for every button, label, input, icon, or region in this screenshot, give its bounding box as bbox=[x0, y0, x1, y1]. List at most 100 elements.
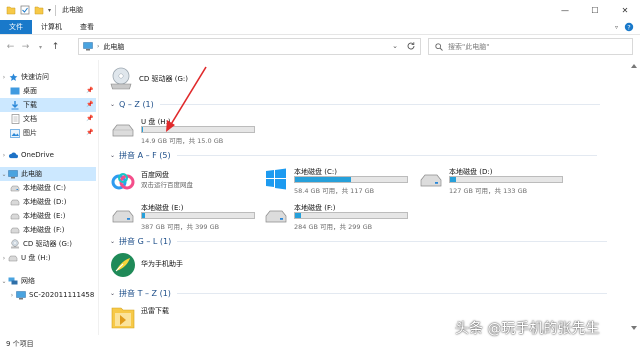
baidu-netdisk-icon bbox=[111, 173, 135, 190]
tile-huawei-hisuite[interactable]: 华为手机助手 bbox=[110, 252, 260, 280]
tile-drive-e[interactable]: 本地磁盘 (E:) 387 GB 可用，共 399 GB bbox=[110, 202, 270, 231]
tile-capacity: 14.9 GB 可用，共 15.0 GB bbox=[141, 137, 224, 145]
sidebar-item-network[interactable]: ⌄ 网络 bbox=[0, 274, 35, 288]
network-icon bbox=[8, 276, 18, 286]
tile-drive-d[interactable]: 本地磁盘 (D:) 127 GB 可用，共 133 GB bbox=[418, 166, 578, 195]
pin-icon[interactable]: 📌 bbox=[86, 129, 93, 136]
usage-bar-fill bbox=[142, 127, 144, 132]
refresh-icon[interactable] bbox=[406, 41, 416, 51]
tile-drive-f[interactable]: 本地磁盘 (F:) 284 GB 可用，共 299 GB bbox=[263, 202, 423, 231]
drive-icon bbox=[10, 225, 20, 235]
sidebar-item-label: SC-202011111458 bbox=[29, 291, 95, 299]
tile-capacity: 58.4 GB 可用，共 117 GB bbox=[294, 187, 375, 195]
usage-bar-fill bbox=[295, 177, 351, 182]
back-arrow-icon[interactable]: ← bbox=[6, 42, 15, 52]
usage-bar bbox=[141, 212, 255, 219]
download-folder-icon bbox=[10, 100, 20, 110]
watermark-text: 头条 @玩手机的张先生 bbox=[455, 321, 600, 337]
huawei-hisuite-icon bbox=[111, 253, 135, 277]
sidebar-item-drive-e[interactable]: 本地磁盘 (E:) bbox=[10, 209, 65, 223]
pin-icon[interactable]: 📌 bbox=[86, 101, 93, 108]
sidebar-item-label: 图片 bbox=[23, 129, 37, 137]
tile-cd-drive[interactable]: CD 驱动器 (G:) bbox=[108, 66, 248, 94]
help-icon[interactable]: ? bbox=[624, 22, 634, 32]
collapse-chevron-icon[interactable]: ⌄ bbox=[110, 290, 115, 297]
collapse-chevron-icon[interactable]: ⌄ bbox=[110, 101, 115, 108]
sidebar-item-label: 本地磁盘 (C:) bbox=[23, 184, 66, 192]
folder-icon bbox=[6, 6, 16, 15]
sidebar-item-cd-drive[interactable]: CD 驱动器 (G:) bbox=[10, 237, 72, 251]
expand-chevron-icon[interactable]: › bbox=[0, 255, 8, 262]
tab-view[interactable]: 查看 bbox=[71, 20, 103, 34]
collapse-chevron-icon[interactable]: ⌄ bbox=[110, 152, 115, 159]
documents-folder-icon bbox=[10, 114, 20, 124]
search-box[interactable]: 搜索"此电脑" bbox=[428, 38, 633, 55]
pin-icon[interactable]: 📌 bbox=[86, 87, 93, 94]
minimize-button[interactable]: — bbox=[550, 0, 580, 20]
new-folder-icon[interactable] bbox=[34, 5, 44, 15]
status-bar: 9 个项目 bbox=[0, 336, 640, 351]
properties-checkbox-icon[interactable] bbox=[20, 5, 30, 15]
sidebar-item-network-computer[interactable]: › SC-202011111458 bbox=[8, 288, 94, 302]
tab-computer[interactable]: 计算机 bbox=[32, 20, 71, 34]
network-computer-icon bbox=[16, 290, 26, 300]
sidebar-item-label: 文档 bbox=[23, 115, 37, 123]
sidebar-item-usb-drive[interactable]: › U 盘 (H:) bbox=[0, 251, 51, 265]
ribbon-right-controls: ▿ ? bbox=[615, 22, 634, 32]
sidebar-item-drive-d[interactable]: 本地磁盘 (D:) bbox=[10, 195, 66, 209]
collapse-chevron-icon[interactable]: ⌄ bbox=[110, 238, 115, 245]
forward-arrow-icon[interactable]: → bbox=[21, 42, 30, 52]
up-arrow-icon[interactable]: ↑ bbox=[51, 42, 60, 52]
group-divider-line bbox=[159, 104, 600, 105]
tile-baidu-netdisk[interactable]: 百度网盘 双击运行百度网盘 bbox=[110, 169, 260, 197]
pane-divider[interactable] bbox=[98, 60, 99, 335]
sidebar-item-label: 网络 bbox=[21, 277, 35, 285]
collapse-chevron-icon[interactable]: ⌄ bbox=[0, 171, 8, 178]
usb-drive-icon bbox=[8, 253, 18, 263]
group-label: Q – Z (1) bbox=[119, 100, 154, 109]
tile-usb-drive[interactable]: U 盘 (H:) 14.9 GB 可用，共 15.0 GB bbox=[110, 116, 270, 145]
group-header-t-z[interactable]: ⌄ 拼音 T – Z (1) bbox=[110, 288, 620, 299]
sidebar-item-label: 本地磁盘 (D:) bbox=[23, 198, 67, 206]
sidebar-item-quick-access[interactable]: › 快速访问 bbox=[0, 70, 49, 84]
star-icon bbox=[8, 72, 18, 82]
sidebar-item-documents[interactable]: 文档 bbox=[10, 112, 37, 126]
usage-bar-fill bbox=[142, 213, 146, 218]
expand-chevron-icon[interactable]: › bbox=[0, 74, 8, 81]
sidebar-item-this-pc[interactable]: ⌄ 此电脑 bbox=[0, 167, 96, 181]
drive-icon bbox=[265, 210, 287, 223]
sidebar-item-drive-f[interactable]: 本地磁盘 (F:) bbox=[10, 223, 65, 237]
close-button[interactable]: ✕ bbox=[610, 0, 640, 20]
expand-chevron-icon[interactable]: › bbox=[8, 292, 16, 299]
expand-ribbon-chevron-icon[interactable]: ▿ bbox=[615, 24, 618, 31]
maximize-button[interactable]: ☐ bbox=[580, 0, 610, 20]
sidebar-item-desktop[interactable]: 桌面 bbox=[10, 84, 37, 98]
group-header-g-l[interactable]: ⌄ 拼音 G – L (1) bbox=[110, 236, 620, 247]
address-history-chevron-icon[interactable]: ⌄ bbox=[392, 42, 398, 50]
recent-locations-chevron-icon[interactable]: ▾ bbox=[36, 44, 45, 51]
sidebar-item-downloads[interactable]: 下载 bbox=[0, 98, 96, 112]
navigation-buttons: ← → ▾ ↑ bbox=[0, 42, 78, 52]
tile-name: 迅雷下载 bbox=[141, 307, 169, 315]
group-header-q-z[interactable]: ⌄ Q – Z (1) bbox=[110, 100, 620, 109]
tab-file[interactable]: 文件 bbox=[0, 20, 32, 34]
collapse-chevron-icon[interactable]: ⌄ bbox=[0, 278, 8, 285]
pin-icon[interactable]: 📌 bbox=[86, 115, 93, 122]
address-bar[interactable]: › 此电脑 ⌄ bbox=[78, 38, 421, 55]
sidebar-item-drive-c[interactable]: 本地磁盘 (C:) bbox=[10, 181, 66, 195]
breadcrumb-this-pc[interactable]: 此电脑 bbox=[103, 42, 124, 52]
vertical-scrollbar[interactable] bbox=[630, 62, 638, 332]
group-divider-line bbox=[176, 293, 607, 294]
sidebar-item-pictures[interactable]: 图片 bbox=[10, 126, 37, 140]
customize-toolbar-chevron-icon[interactable]: ▾ bbox=[48, 7, 51, 14]
group-label: 拼音 A – F (5) bbox=[119, 151, 171, 160]
expand-chevron-icon[interactable]: › bbox=[0, 152, 8, 159]
sidebar-item-label: 下载 bbox=[23, 101, 37, 109]
tile-drive-c[interactable]: 本地磁盘 (C:) 58.4 GB 可用，共 117 GB bbox=[263, 166, 423, 195]
group-header-a-f[interactable]: ⌄ 拼音 A – F (5) bbox=[110, 150, 620, 161]
sidebar-item-label: 本地磁盘 (E:) bbox=[23, 212, 66, 220]
breadcrumb-separator-icon[interactable]: › bbox=[97, 43, 99, 50]
search-icon bbox=[435, 42, 443, 51]
sidebar-item-onedrive[interactable]: › OneDrive bbox=[0, 148, 54, 162]
tile-xunlei-download[interactable]: 迅雷下载 bbox=[110, 304, 260, 332]
